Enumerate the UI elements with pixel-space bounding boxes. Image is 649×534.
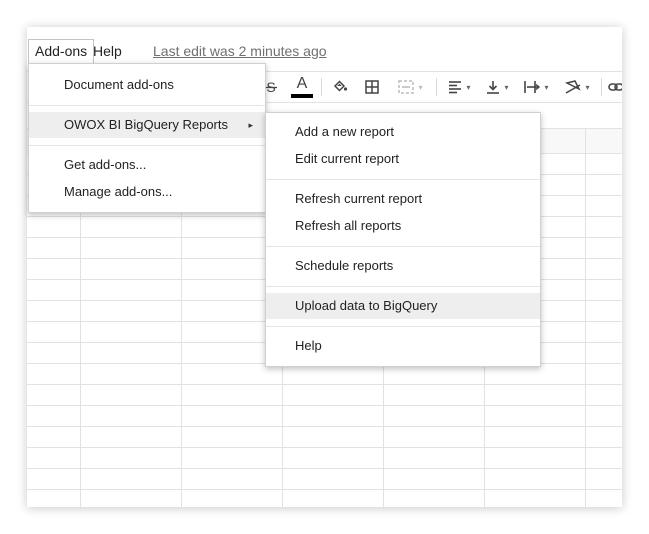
merge-cells-button[interactable]: ▾ xyxy=(391,72,429,102)
menu-item-refresh-all-reports[interactable]: Refresh all reports xyxy=(266,213,540,239)
chevron-down-icon: ▾ xyxy=(466,82,471,92)
text-color-icon: A xyxy=(296,74,308,92)
menu-separator xyxy=(29,145,265,146)
chevron-down-icon: ▾ xyxy=(544,82,549,92)
menu-separator xyxy=(266,326,540,327)
grid-column-line xyxy=(585,129,586,507)
text-color-swatch xyxy=(291,93,313,98)
menu-item-help[interactable]: Help xyxy=(266,333,540,359)
borders-button[interactable] xyxy=(361,72,383,102)
fill-color-button[interactable] xyxy=(329,72,351,102)
menu-item-get-addons[interactable]: Get add-ons... xyxy=(29,152,265,178)
menu-item-schedule-reports[interactable]: Schedule reports xyxy=(266,253,540,279)
grid-row-line xyxy=(27,447,622,448)
chevron-down-icon: ▾ xyxy=(504,82,509,92)
grid-row-line xyxy=(27,405,622,406)
text-wrap-button[interactable]: ▾ xyxy=(519,72,553,102)
vertical-align-button[interactable]: ▾ xyxy=(481,72,513,102)
merge-cells-icon xyxy=(398,80,415,94)
horizontal-align-button[interactable]: ▾ xyxy=(443,72,475,102)
menu-item-refresh-current-report[interactable]: Refresh current report xyxy=(266,186,540,212)
last-edit-link[interactable]: Last edit was 2 minutes ago xyxy=(153,39,327,63)
submenu-arrow-icon: ▸ xyxy=(248,120,253,130)
grid-row-line xyxy=(27,468,622,469)
borders-icon xyxy=(365,80,379,94)
chevron-down-icon: ▾ xyxy=(418,82,423,92)
text-color-button[interactable]: A xyxy=(290,72,314,102)
menu-separator xyxy=(29,105,265,106)
menu-addons[interactable]: Add-ons xyxy=(28,39,95,63)
text-rotation-button[interactable]: ▾ xyxy=(559,72,595,102)
fill-color-icon xyxy=(333,80,348,92)
menu-separator xyxy=(266,179,540,180)
grid-row-line xyxy=(27,426,622,427)
menu-item-manage-addons[interactable]: Manage add-ons... xyxy=(29,179,265,205)
addons-menu: Document add-ons OWOX BI BigQuery Report… xyxy=(28,63,266,213)
menu-item-add-new-report[interactable]: Add a new report xyxy=(266,119,540,145)
owox-submenu: Add a new report Edit current report Ref… xyxy=(265,112,541,367)
menu-item-upload-data-to-bigquery[interactable]: Upload data to BigQuery xyxy=(266,293,540,319)
text-wrap-icon xyxy=(524,81,541,93)
menu-item-edit-current-report[interactable]: Edit current report xyxy=(266,146,540,172)
vertical-align-icon xyxy=(487,81,500,94)
link-icon xyxy=(608,83,622,91)
grid-row-line xyxy=(27,384,622,385)
menu-item-owox-bi-bigquery-reports[interactable]: OWOX BI BigQuery Reports ▸ xyxy=(29,112,265,138)
menu-separator xyxy=(266,286,540,287)
menu-item-label: OWOX BI BigQuery Reports xyxy=(64,117,228,132)
align-left-icon xyxy=(449,81,462,94)
menu-item-document-addons[interactable]: Document add-ons xyxy=(29,72,265,98)
chevron-down-icon: ▾ xyxy=(585,82,590,92)
menu-bar: Add-ons Help Last edit was 2 minutes ago xyxy=(27,39,622,63)
menu-separator xyxy=(266,246,540,247)
insert-link-button[interactable] xyxy=(607,72,622,102)
text-rotation-icon xyxy=(565,80,582,94)
grid-row-line xyxy=(27,489,622,490)
